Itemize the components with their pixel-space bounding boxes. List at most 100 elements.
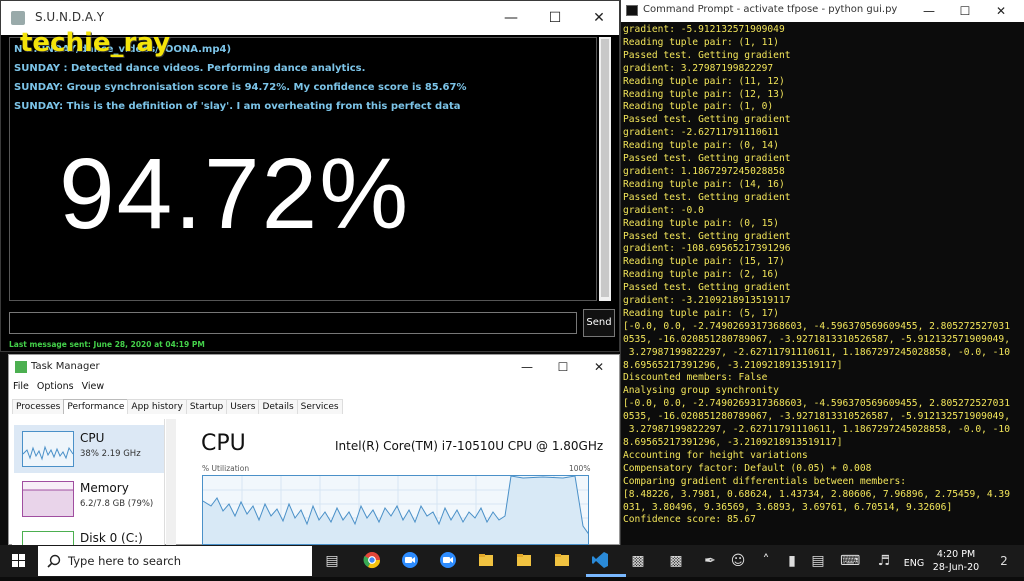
console-line: Reading tuple pair: (14, 16) [623,178,785,190]
language-indicator[interactable]: ENG [900,558,928,569]
chrome-icon[interactable] [362,551,382,571]
zoom-icon-2[interactable] [438,551,458,571]
tab-processes[interactable]: Processes [12,399,65,414]
console-line: gradient: 1.1867297245028858 [623,165,785,177]
console-line: gradient: 3.27987199822297 [623,62,774,74]
log-line: SUNDAY: Group synchronisation score is 9… [14,82,467,93]
keyboard-icon[interactable]: ⌨ [840,551,860,571]
cmd-taskbar-icon[interactable]: ▩ [666,551,686,571]
console-line: gradient: -108.69565217391296 [623,243,791,255]
message-input[interactable] [9,312,577,334]
tm-title: Task Manager [31,361,100,372]
console-output[interactable]: gradient: -5.912132571909049 Reading tupl… [623,24,1021,527]
folder-icon-2[interactable] [514,551,534,571]
console-line: Reading tuple pair: (0, 15) [623,217,779,229]
maximize-icon[interactable]: ☐ [947,0,983,22]
search-placeholder: Type here to search [68,554,182,568]
cmd-titlebar[interactable]: Command Prompt - activate tfpose - pytho… [621,0,1024,22]
window-title: S.U.N.D.A.Y [35,10,105,24]
console-line: 8.69565217391296, -3.2109218913519117] [623,437,843,448]
clock-date[interactable]: 28-Jun-20 [930,562,982,573]
maximize-icon[interactable]: ☐ [545,355,581,379]
side-memory-sub: 6.2/7.8 GB (79%) [80,499,154,509]
task-manager-taskbar-icon[interactable]: ▩ [628,551,648,571]
notification-count: 2 [1000,554,1008,568]
clock-time[interactable]: 4:20 PM [930,549,982,560]
tab-app-history[interactable]: App history [127,399,187,414]
console-line: Compensatory factor: Default (0.05) + 0.… [623,462,872,474]
perf-side-panel: CPU 38% 2.19 GHz Memory 6.2/7.8 GB (79%)… [12,419,165,567]
log-scrollbar[interactable] [599,37,611,301]
log-line: SUNDAY: This is the definition of 'slay'… [14,101,461,112]
cpu-model: Intel(R) Core(TM) i7-10510U CPU @ 1.80GH… [335,439,604,453]
minimize-icon[interactable]: — [509,355,545,379]
console-line: gradient: -0.0 [623,204,704,216]
tm-menu: File Options View [13,381,112,392]
console-line: [-0.0, 0.0, -2.7490269317368603, -4.5963… [623,320,1010,332]
pen-icon[interactable]: ✒ [700,551,720,571]
side-disk-name: Disk 0 (C:) [80,531,143,545]
maximize-icon[interactable]: ☐ [533,1,577,35]
chevron-up-icon[interactable]: ˄ [756,551,776,571]
console-line: gradient: -5.912132571909049 [623,24,785,35]
tab-performance[interactable]: Performance [63,399,129,414]
people-icon[interactable]: ☺ [728,551,748,571]
tm-tabs: Processes Performance App history Startup Us… [12,399,343,415]
side-item-memory[interactable]: Memory 6.2/7.8 GB (79%) [14,475,164,523]
notifications-icon[interactable]: 2 [994,551,1014,571]
utilization-max: 100% [569,464,591,473]
task-manager-icon [15,361,27,373]
tm-titlebar[interactable]: Task Manager — ☐ ✕ [9,355,619,379]
console-line: Reading tuple pair: (2, 16) [623,269,779,281]
console-line: 8.69565217391296, -3.2109218913519117] [623,359,843,371]
menu-view[interactable]: View [82,381,105,392]
close-icon[interactable]: ✕ [577,1,621,35]
console-line: Passed test. Getting gradient [623,49,791,61]
memory-mini-graph [22,481,74,517]
start-button[interactable] [0,545,38,577]
console-line: gradient: -3.2109218913519117 [623,295,791,307]
console-line: Discounted members: False [623,372,768,384]
side-cpu-name: CPU [80,431,105,445]
console-line: 3.27987199822297, -2.62711791110611, 1.1… [623,346,1010,358]
menu-file[interactable]: File [13,381,29,392]
side-scrollbar[interactable] [166,419,176,545]
windows-icon [12,554,25,567]
zoom-icon[interactable] [400,551,420,571]
console-line: 031, 3.80496, 9.36569, 3.6893, 3.69761, … [623,501,953,513]
side-item-cpu[interactable]: CPU 38% 2.19 GHz [14,425,164,473]
folder-icon-3[interactable] [552,551,572,571]
taskbar-search[interactable]: Type here to search [38,546,312,576]
battery-icon[interactable]: ▮ [782,551,802,571]
folder-icon[interactable] [476,551,496,571]
close-icon[interactable]: ✕ [983,0,1019,22]
last-message-status: Last message sent: June 28, 2020 at 04:1… [9,340,205,349]
console-line: Reading tuple pair: (1, 0) [623,101,774,113]
side-memory-name: Memory [80,481,129,495]
tab-startup[interactable]: Startup [185,399,228,414]
console-line: Accounting for height variations [623,449,808,461]
console-line: 0535, -16.020851280789067, -3.9271813310… [623,411,1010,423]
network-icon[interactable]: ▤ [808,551,828,571]
close-icon[interactable]: ✕ [581,355,617,379]
menu-options[interactable]: Options [37,381,74,392]
console-line: Reading tuple pair: (5, 17) [623,307,779,319]
minimize-icon[interactable]: — [911,0,947,22]
task-view-icon[interactable]: ▤ [322,551,342,571]
scroll-thumb[interactable] [601,39,609,297]
tab-details[interactable]: Details [258,399,298,414]
volume-icon[interactable]: ♬ [874,551,894,571]
console-line: Analysing group synchronity [623,385,779,397]
console-line: Passed test. Getting gradient [623,191,791,203]
console-line: Reading tuple pair: (1, 11) [623,36,779,48]
tab-users[interactable]: Users [226,399,260,414]
minimize-icon[interactable]: — [489,1,533,35]
console-line: Passed test. Getting gradient [623,282,791,294]
console-line: [8.48226, 3.7981, 0.68624, 1.43734, 2.80… [623,488,1010,500]
console-line: 0535, -16.020851280789067, -3.9271813310… [623,333,1010,345]
tab-services[interactable]: Services [296,399,343,414]
command-prompt-window: Command Prompt - activate tfpose - pytho… [620,0,1024,545]
vscode-icon[interactable] [590,551,610,571]
console-line: Passed test. Getting gradient [623,153,791,165]
send-button[interactable]: Send [583,309,615,337]
